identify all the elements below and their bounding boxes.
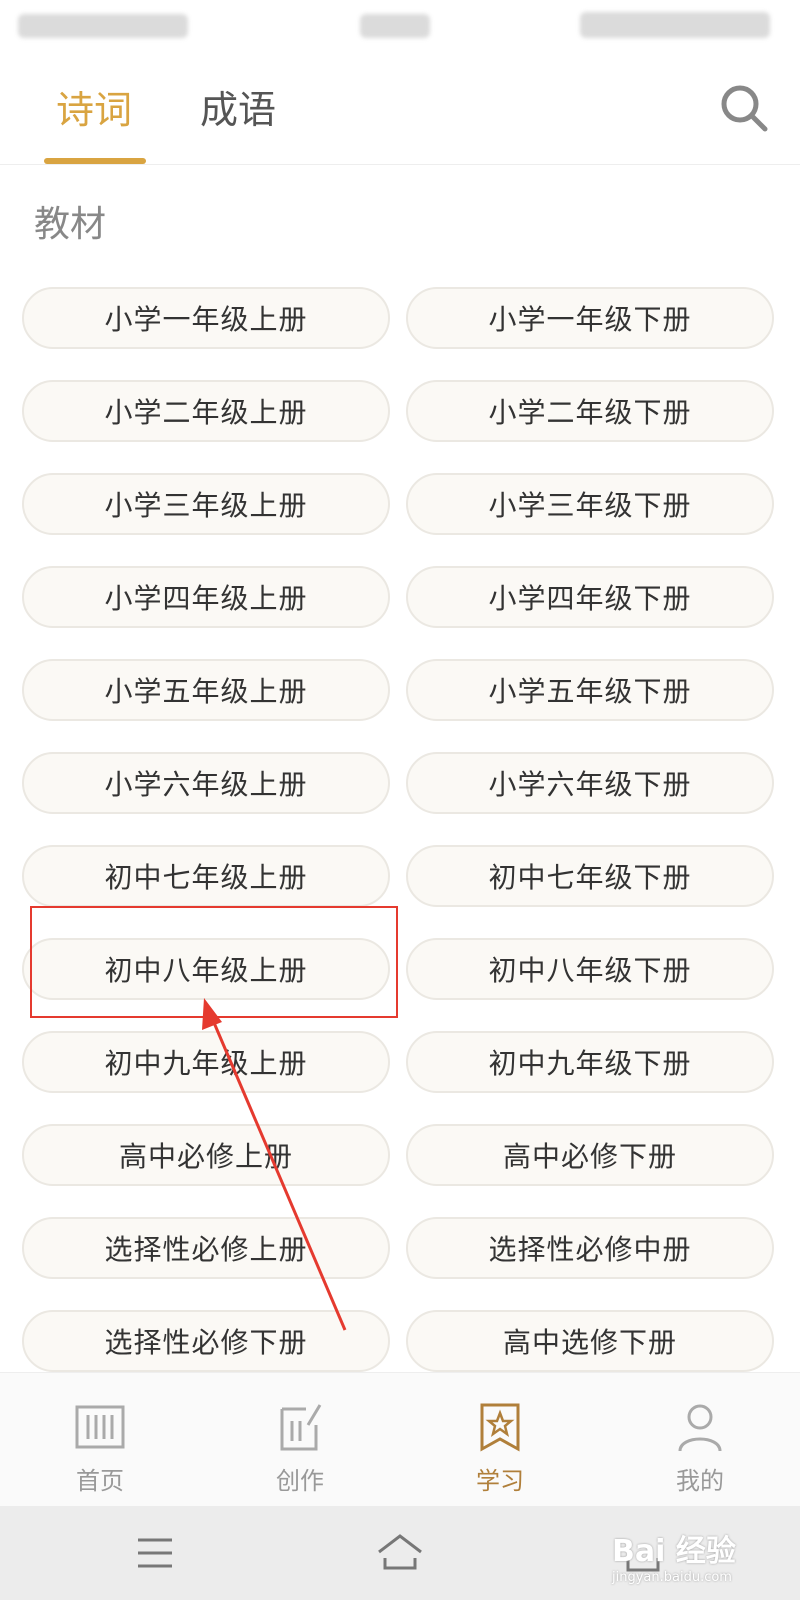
book-button[interactable]: 小学一年级上册 <box>22 287 390 349</box>
bottom-nav: 首页 创作 学习 我的 <box>0 1372 800 1507</box>
bookmark-star-icon <box>480 1403 520 1452</box>
book-button[interactable]: 小学二年级上册 <box>22 380 390 442</box>
watermark-logo: Bai 经验 <box>612 1534 736 1569</box>
tab-poetry[interactable]: 诗词 <box>56 86 132 134</box>
watermark: Bai 经验 jingyan.baidu.com <box>612 1526 792 1586</box>
active-tab-indicator <box>44 158 146 164</box>
section-title-textbook: 教材 <box>34 204 107 245</box>
book-button[interactable]: 初中七年级下册 <box>406 845 774 907</box>
person-icon <box>678 1404 722 1452</box>
book-button[interactable]: 初中八年级下册 <box>406 938 774 1000</box>
menu-icon[interactable] <box>130 1528 180 1578</box>
top-tab-bar: 诗词 成语 <box>0 60 800 165</box>
annotation-highlight-box <box>30 906 398 1018</box>
book-button[interactable]: 初中七年级上册 <box>22 845 390 907</box>
watermark-url: jingyan.baidu.com <box>612 1570 732 1585</box>
tab-idioms[interactable]: 成语 <box>200 86 276 134</box>
textbook-grid: 小学一年级上册 小学一年级下册 小学二年级上册 小学二年级下册 小学三年级上册 … <box>22 287 782 1372</box>
nav-item-home[interactable]: 首页 <box>0 1373 200 1507</box>
book-button[interactable]: 小学四年级下册 <box>406 566 774 628</box>
home-icon[interactable] <box>375 1528 425 1578</box>
book-button[interactable]: 高中必修下册 <box>406 1124 774 1186</box>
book-button[interactable]: 选择性必修下册 <box>22 1310 390 1372</box>
nav-item-mine[interactable]: 我的 <box>600 1373 800 1507</box>
nav-label: 创作 <box>276 1467 324 1495</box>
book-button[interactable]: 高中必修上册 <box>22 1124 390 1186</box>
search-button[interactable] <box>718 82 770 134</box>
book-button[interactable]: 小学六年级上册 <box>22 752 390 814</box>
nav-item-create[interactable]: 创作 <box>200 1373 400 1507</box>
book-icon <box>75 1405 125 1449</box>
nav-label: 我的 <box>676 1467 724 1495</box>
book-button[interactable]: 小学六年级下册 <box>406 752 774 814</box>
book-button[interactable]: 小学五年级下册 <box>406 659 774 721</box>
book-button[interactable]: 小学四年级上册 <box>22 566 390 628</box>
book-button[interactable]: 选择性必修上册 <box>22 1217 390 1279</box>
book-button[interactable]: 小学五年级上册 <box>22 659 390 721</box>
book-button[interactable]: 初中九年级上册 <box>22 1031 390 1093</box>
nav-item-study[interactable]: 学习 <box>400 1373 600 1507</box>
nav-label: 学习 <box>476 1467 524 1495</box>
book-button[interactable]: 小学三年级上册 <box>22 473 390 535</box>
book-button[interactable]: 高中选修下册 <box>406 1310 774 1372</box>
book-button[interactable]: 选择性必修中册 <box>406 1217 774 1279</box>
status-bar <box>0 0 800 56</box>
nav-label: 首页 <box>76 1467 124 1495</box>
book-button[interactable]: 小学二年级下册 <box>406 380 774 442</box>
book-button[interactable]: 小学三年级下册 <box>406 473 774 535</box>
book-button[interactable]: 初中九年级下册 <box>406 1031 774 1093</box>
book-button[interactable]: 小学一年级下册 <box>406 287 774 349</box>
edit-icon <box>280 1404 322 1451</box>
search-icon <box>721 85 768 132</box>
